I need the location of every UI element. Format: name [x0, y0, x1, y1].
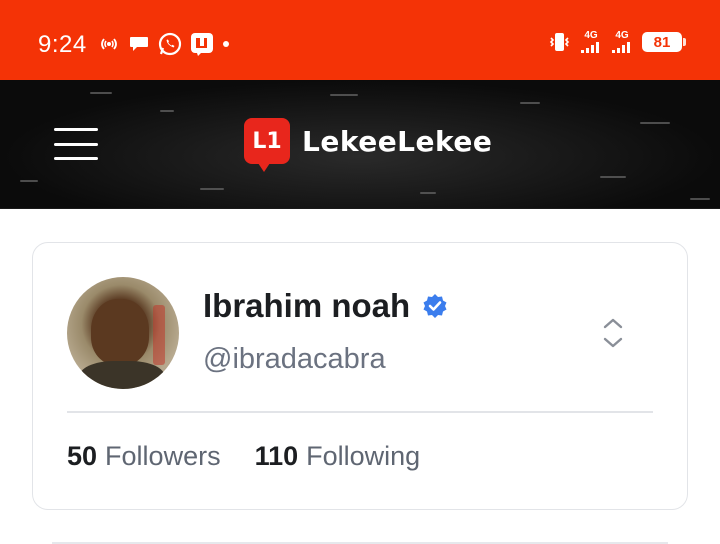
app-header: L1 LekeeLekee [0, 80, 720, 209]
follow-stats: 50 Followers 110 Following [67, 441, 420, 472]
background-streak [640, 122, 670, 124]
menu-line [54, 142, 98, 146]
background-streak [690, 198, 710, 200]
avatar-background-detail [153, 305, 165, 365]
dot-icon [222, 40, 230, 48]
following-label: Following [306, 441, 421, 471]
avatar-face [91, 299, 149, 365]
background-streak [160, 110, 174, 112]
status-right: 4G 4G 81 [547, 30, 686, 54]
status-time: 9:24 [38, 31, 87, 58]
avatar-shirt [79, 361, 165, 389]
battery-indicator: 81 [642, 32, 686, 52]
username-handle: @ibradacabra [203, 343, 386, 375]
background-streak [20, 180, 38, 182]
network-signal-2: 4G [611, 31, 633, 53]
card-divider [67, 411, 653, 413]
background-streak [600, 176, 626, 178]
lekee-app-icon [190, 32, 214, 56]
profile-card: Ibrahim noah @ibradacabra 50 Followers 1… [32, 242, 688, 510]
menu-button[interactable] [54, 128, 98, 160]
followers-count: 50 [67, 441, 98, 471]
network-type-1: 4G [584, 30, 598, 41]
signal-bars-icon [612, 42, 630, 53]
menu-line [54, 128, 98, 131]
battery-level: 81 [653, 33, 671, 51]
radio-waves-icon [98, 36, 120, 52]
background-streak [330, 94, 358, 96]
name-row: Ibrahim noah [203, 287, 448, 325]
brand-logo[interactable]: L1 LekeeLekee [244, 118, 493, 172]
background-streak [420, 192, 436, 194]
vibrate-icon [547, 30, 571, 54]
network-signal-1: 4G [580, 31, 602, 53]
followers-link[interactable]: 50 Followers [67, 441, 221, 472]
signal-bars-icon [581, 42, 599, 53]
verified-badge-icon [422, 293, 448, 319]
notification-icons [98, 32, 230, 56]
background-streak [200, 188, 224, 190]
expand-collapse-icon[interactable] [601, 315, 625, 351]
network-type-2: 4G [615, 30, 629, 41]
followers-label: Followers [105, 441, 221, 471]
chat-bubble-icon [128, 34, 150, 54]
background-streak [520, 102, 540, 104]
avatar[interactable] [67, 277, 179, 389]
background-streak [90, 92, 112, 94]
whatsapp-icon [158, 32, 182, 56]
logo-badge-text: L1 [252, 128, 282, 154]
status-bar: 9:24 4G 4G 81 [0, 0, 720, 80]
menu-line [54, 157, 98, 160]
display-name: Ibrahim noah [203, 287, 411, 324]
following-link[interactable]: 110 Following [255, 441, 421, 472]
brand-name: LekeeLekee [302, 124, 493, 158]
following-count: 110 [254, 441, 299, 471]
logo-badge-icon: L1 [244, 118, 290, 172]
